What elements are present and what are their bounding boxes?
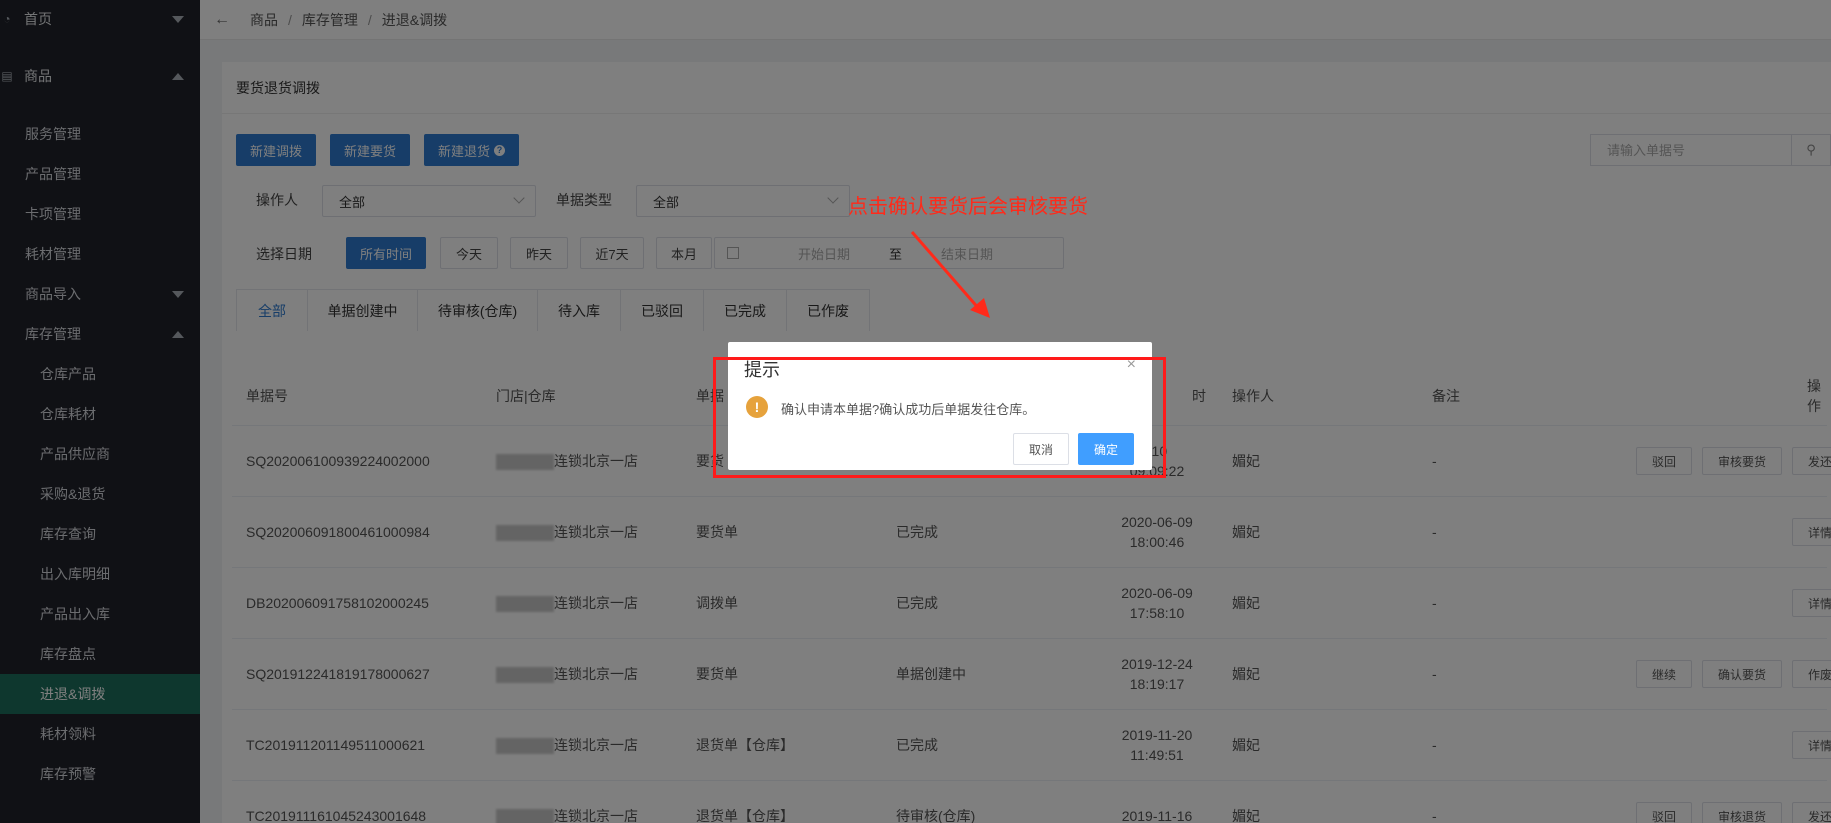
annotation-highlight-box — [713, 357, 1166, 478]
annotation-arrow — [910, 231, 990, 318]
annotation-text: 点击确认要货后会审核要货 — [848, 196, 1088, 218]
